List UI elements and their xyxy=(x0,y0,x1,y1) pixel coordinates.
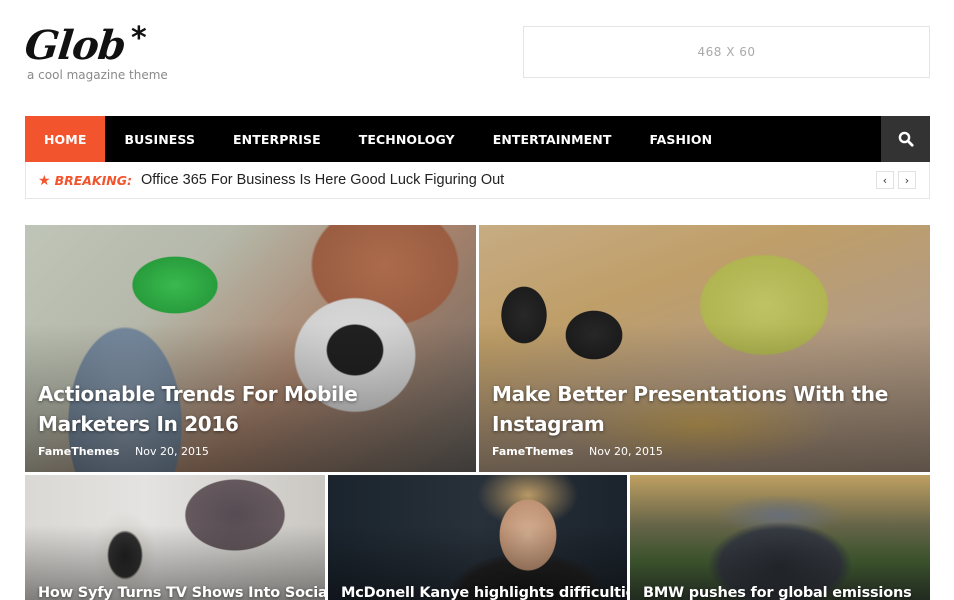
nav-item-business[interactable]: BUSINESS xyxy=(105,116,214,162)
ticker-controls: ‹ › xyxy=(876,171,916,189)
featured-post-4[interactable]: McDonell Kanye highlights difficulties xyxy=(328,475,627,600)
post-date: Nov 20, 2015 xyxy=(588,445,663,458)
post-meta: FameThemes Nov 20, 2015 xyxy=(492,445,663,458)
breaking-label: BREAKING: xyxy=(54,172,132,188)
main-nav: HOME BUSINESS ENTERPRISE TECHNOLOGY ENTE… xyxy=(25,116,930,162)
post-meta: FameThemes Nov 20, 2015 xyxy=(38,445,209,458)
ad-banner-label: 468 X 60 xyxy=(697,45,756,59)
nav-item-enterprise[interactable]: ENTERPRISE xyxy=(214,116,340,162)
featured-post-5[interactable]: BMW pushes for global emissions xyxy=(630,475,930,600)
search-icon xyxy=(898,131,914,147)
post-title[interactable]: BMW pushes for global emissions xyxy=(643,582,912,600)
post-title[interactable]: Actionable Trends For Mobile Marketers I… xyxy=(38,379,456,439)
ad-banner[interactable]: 468 X 60 xyxy=(523,26,930,78)
nav-item-entertainment[interactable]: ENTERTAINMENT xyxy=(474,116,631,162)
chevron-right-icon: › xyxy=(904,173,910,187)
nav-item-fashion[interactable]: FASHION xyxy=(630,116,731,162)
post-title[interactable]: McDonell Kanye highlights difficulties xyxy=(341,582,627,600)
post-author[interactable]: FameThemes xyxy=(38,445,119,458)
ticker-prev-button[interactable]: ‹ xyxy=(876,171,894,189)
nav-item-technology[interactable]: TECHNOLOGY xyxy=(340,116,474,162)
search-button[interactable] xyxy=(881,116,930,162)
breaking-headline[interactable]: Office 365 For Business Is Here Good Luc… xyxy=(141,172,504,188)
post-title[interactable]: Make Better Presentations With the Insta… xyxy=(492,379,910,439)
site-logo[interactable]: Glob * a cool magazine theme xyxy=(22,21,168,83)
ticker-next-button[interactable]: › xyxy=(898,171,916,189)
star-icon: ★ xyxy=(38,171,51,188)
post-date: Nov 20, 2015 xyxy=(134,445,209,458)
chevron-left-icon: ‹ xyxy=(882,173,888,187)
nav-item-home[interactable]: HOME xyxy=(25,116,106,162)
site-tagline: a cool magazine theme xyxy=(27,68,168,82)
post-author[interactable]: FameThemes xyxy=(492,445,573,458)
featured-post-2[interactable]: Make Better Presentations With the Insta… xyxy=(479,225,930,472)
site-title[interactable]: Glob xyxy=(22,22,128,70)
post-title[interactable]: How Syfy Turns TV Shows Into Social xyxy=(38,582,325,600)
breaking-news-bar: ★ BREAKING: Office 365 For Business Is H… xyxy=(25,162,930,199)
featured-post-3[interactable]: How Syfy Turns TV Shows Into Social xyxy=(25,475,325,600)
site-title-mark: * xyxy=(131,21,147,56)
featured-post-1[interactable]: Actionable Trends For Mobile Marketers I… xyxy=(25,225,476,472)
